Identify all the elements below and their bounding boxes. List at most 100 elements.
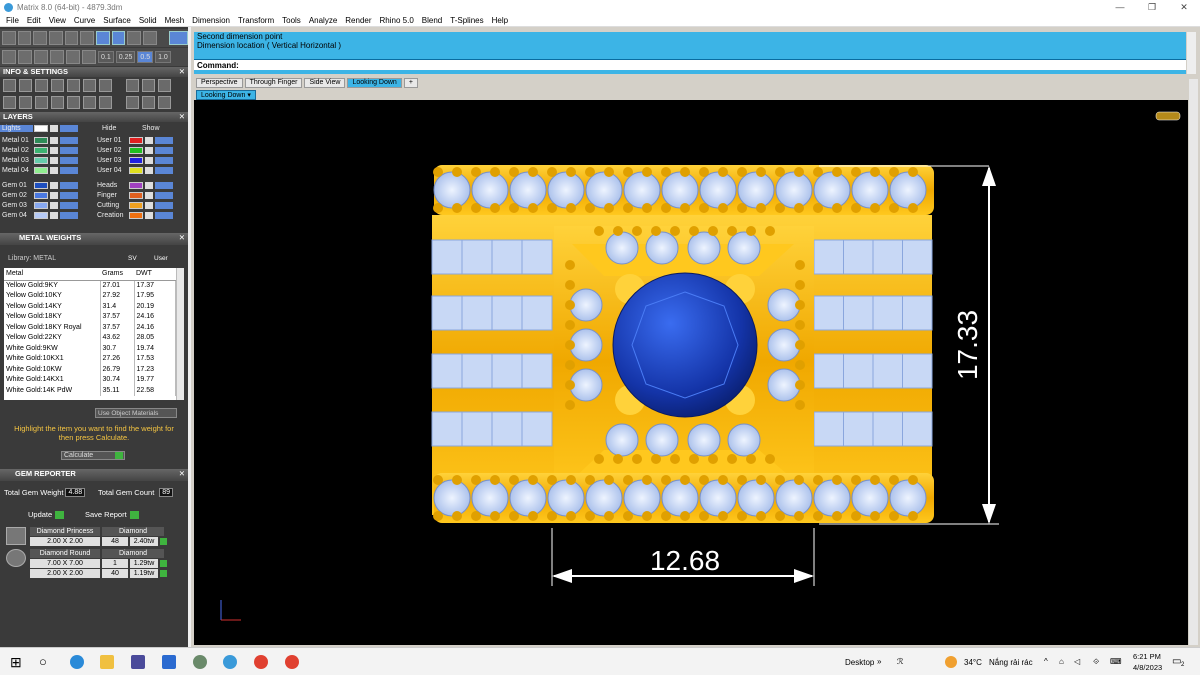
layer-visibility-toggle[interactable]	[60, 202, 78, 209]
layer-color-swatch[interactable]	[34, 192, 48, 199]
layer-row[interactable]: Heads	[95, 181, 173, 190]
layer-visibility-toggle[interactable]	[155, 167, 173, 174]
layer-color-swatch[interactable]	[129, 212, 143, 219]
hide-layers-button[interactable]: Hide	[100, 124, 133, 133]
column-header-grams[interactable]: Grams	[100, 268, 134, 281]
layer-visibility-toggle[interactable]	[60, 147, 78, 154]
library-sv-toggle[interactable]: SV	[128, 255, 137, 262]
use-object-materials-dropdown[interactable]: Use Object Materials	[95, 408, 177, 418]
library-user-toggle[interactable]: User	[154, 255, 168, 262]
chrome-icon[interactable]	[254, 655, 268, 669]
close-icon[interactable]: ✕	[179, 112, 185, 122]
clock-date[interactable]: 4/8/2023	[1133, 663, 1162, 672]
chrome-profile-icon[interactable]	[285, 655, 299, 669]
tool-icon[interactable]	[35, 79, 48, 92]
maximize-button[interactable]: ❐	[1136, 0, 1168, 14]
desktop-toolbar[interactable]: Desktop	[845, 658, 874, 667]
tool-icon[interactable]	[126, 79, 139, 92]
close-icon[interactable]: ✕	[179, 469, 185, 479]
layer-visibility-toggle[interactable]	[60, 137, 78, 144]
lock-icon[interactable]	[145, 147, 153, 154]
layer-color-swatch[interactable]	[34, 147, 48, 154]
tool-icon[interactable]	[127, 31, 142, 45]
minimize-button[interactable]: —	[1104, 0, 1136, 14]
3d-viewport[interactable]: 17.33 12.68	[194, 100, 1188, 645]
tool-icon[interactable]	[33, 31, 48, 45]
tool-icon[interactable]	[64, 31, 79, 45]
layer-row[interactable]: Finger	[95, 191, 173, 200]
mail-icon[interactable]	[162, 655, 176, 669]
tool-icon[interactable]	[158, 96, 171, 109]
snap-value[interactable]: 0.5	[137, 51, 154, 63]
layer-color-swatch[interactable]	[34, 137, 48, 144]
menu-edit[interactable]: Edit	[23, 16, 45, 25]
lock-icon[interactable]	[50, 192, 58, 199]
update-button[interactable]: Update	[28, 510, 65, 520]
windows-start-icon[interactable]: ⊞	[10, 654, 22, 671]
menu-mesh[interactable]: Mesh	[161, 16, 189, 25]
weather-text[interactable]: Nắng rải rác	[989, 658, 1033, 667]
menu-rhino[interactable]: Rhino 5.0	[376, 16, 418, 25]
tool-icon[interactable]	[82, 50, 96, 64]
menu-blend[interactable]: Blend	[418, 16, 446, 25]
menu-file[interactable]: File	[2, 16, 23, 25]
layer-color-swatch[interactable]	[34, 212, 48, 219]
lock-icon[interactable]	[50, 147, 58, 154]
volume-icon[interactable]: ◁	[1074, 657, 1080, 666]
close-button[interactable]: ✕	[1168, 0, 1200, 14]
lock-icon[interactable]	[50, 212, 58, 219]
app-icon[interactable]	[193, 655, 207, 669]
tool-icon[interactable]	[67, 79, 80, 92]
layer-row[interactable]: User 01	[95, 136, 173, 145]
tool-icon[interactable]	[96, 31, 110, 45]
layer-row[interactable]: User 03	[95, 156, 173, 165]
tool-icon[interactable]	[2, 31, 16, 45]
tool-icon[interactable]	[83, 96, 96, 109]
close-icon[interactable]: ✕	[179, 233, 185, 243]
tool-icon[interactable]	[111, 31, 126, 45]
tool-icon[interactable]	[142, 96, 155, 109]
table-row[interactable]: Yellow Gold:10KY 27.92 17.95	[4, 290, 176, 301]
table-row[interactable]: Yellow Gold:14KY 31.4 20.19	[4, 301, 176, 312]
right-scrollbar[interactable]	[1189, 79, 1198, 645]
select-gem-button[interactable]	[160, 560, 167, 567]
layer-visibility-toggle[interactable]	[155, 212, 173, 219]
layer-visibility-toggle[interactable]	[155, 182, 173, 189]
chevron-up-icon[interactable]: ^	[1044, 657, 1048, 666]
network-icon[interactable]: ⌂	[1059, 657, 1064, 666]
tool-icon[interactable]	[83, 79, 96, 92]
menu-solid[interactable]: Solid	[135, 16, 161, 25]
add-tab-button[interactable]: +	[403, 78, 418, 88]
ime-icon[interactable]: ⌨	[1110, 657, 1122, 666]
layer-visibility-toggle[interactable]	[155, 202, 173, 209]
layer-color-swatch[interactable]	[129, 192, 143, 199]
tab-looking-down[interactable]: Looking Down	[347, 78, 402, 88]
show-layers-button[interactable]: Show	[140, 124, 173, 133]
table-row[interactable]: White Gold:14K PdW 35.11 22.58	[4, 385, 176, 396]
menu-dimension[interactable]: Dimension	[188, 16, 234, 25]
layer-row[interactable]: Gem 01	[0, 181, 78, 190]
layer-row[interactable]: User 04	[95, 166, 173, 175]
menu-surface[interactable]: Surface	[99, 16, 135, 25]
layer-color-swatch[interactable]	[129, 157, 143, 164]
pen-icon[interactable]: ℛ	[897, 657, 903, 666]
temperature[interactable]: 34°C	[964, 658, 982, 667]
snap-value[interactable]: 0.25	[115, 51, 136, 63]
layer-color-swatch[interactable]	[129, 137, 143, 144]
select-gem-button[interactable]	[160, 538, 167, 545]
tool-icon[interactable]	[51, 79, 64, 92]
layer-row[interactable]: Gem 02	[0, 191, 78, 200]
table-row[interactable]: White Gold:10KX1 27.26 17.53	[4, 353, 176, 364]
close-icon[interactable]: ✕	[179, 67, 185, 77]
lock-icon[interactable]	[145, 202, 153, 209]
tool-icon[interactable]	[34, 50, 48, 64]
layer-row[interactable]: Metal 04	[0, 166, 78, 175]
menu-transform[interactable]: Transform	[234, 16, 278, 25]
lock-icon[interactable]	[50, 157, 58, 164]
layer-color-swatch[interactable]	[129, 202, 143, 209]
table-row[interactable]: Yellow Gold:18KY Royal 37.57 24.16	[4, 322, 176, 333]
command-scrollbar[interactable]	[1187, 32, 1196, 74]
tool-icon[interactable]	[35, 96, 48, 109]
layer-color-swatch[interactable]	[34, 202, 48, 209]
menu-help[interactable]: Help	[488, 16, 512, 25]
